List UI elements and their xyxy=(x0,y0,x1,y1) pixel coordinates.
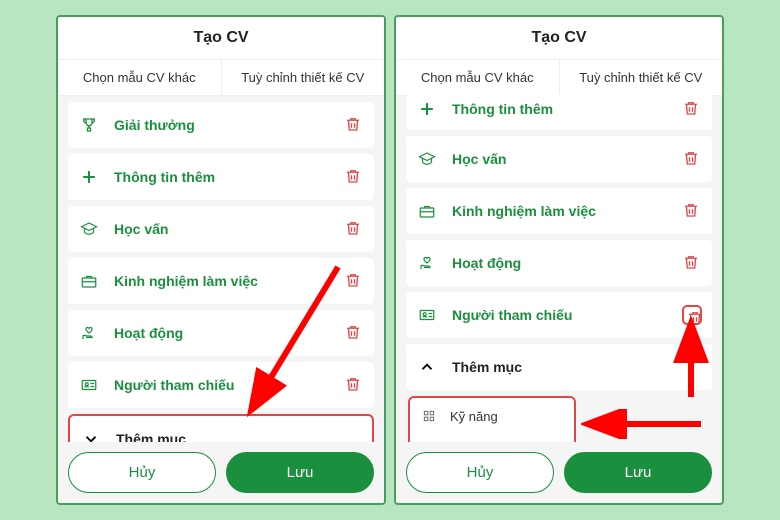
list-item[interactable]: Học vấn xyxy=(406,136,712,182)
list-item-label: Thông tin thêm xyxy=(452,101,668,117)
list-item[interactable]: Học vấn xyxy=(68,206,374,252)
cancel-button[interactable]: Hủy xyxy=(406,452,554,493)
grid-icon xyxy=(420,407,438,425)
dropdown-item-skills[interactable]: Kỹ năng xyxy=(410,398,574,434)
list-item[interactable]: Thông tin thêm xyxy=(68,154,374,200)
list-item[interactable]: Hoạt động xyxy=(68,310,374,356)
graduation-icon xyxy=(416,148,438,170)
add-section-dropdown: Kỹ năng Sở thích xyxy=(408,396,576,442)
trash-icon[interactable] xyxy=(344,323,364,343)
tab-bar: Chọn mẫu CV khác Tuỳ chỉnh thiết kế CV xyxy=(58,60,384,96)
list-item-label: Kinh nghiệm làm việc xyxy=(114,273,330,289)
trash-icon[interactable] xyxy=(344,271,364,291)
dropdown-item-hobbies[interactable]: Sở thích xyxy=(410,434,574,442)
list-item[interactable]: Kinh nghiệm làm việc xyxy=(406,188,712,234)
dropdown-item-label: Kỹ năng xyxy=(450,409,498,424)
card-icon xyxy=(78,374,100,396)
save-button[interactable]: Lưu xyxy=(564,452,712,493)
list-item-label: Giải thưởng xyxy=(114,117,330,133)
add-section-row[interactable]: Thêm mục xyxy=(406,344,712,390)
phone-left: Tạo CV Chọn mẫu CV khác Tuỳ chỉnh thiết … xyxy=(56,15,386,505)
section-list: Thông tin thêm Học vấn Kinh nghiệm làm v… xyxy=(396,88,722,442)
footer: Hủy Lưu xyxy=(58,442,384,503)
card-icon xyxy=(416,304,438,326)
list-item[interactable]: Người tham chiếu xyxy=(406,292,712,338)
list-item[interactable]: Hoạt động xyxy=(406,240,712,286)
briefcase-icon xyxy=(416,200,438,222)
tab-template[interactable]: Chọn mẫu CV khác xyxy=(58,60,222,95)
save-button[interactable]: Lưu xyxy=(226,452,374,493)
trophy-icon xyxy=(78,114,100,136)
heart-hand-icon xyxy=(78,322,100,344)
list-item-label: Học vấn xyxy=(452,151,668,167)
trash-icon[interactable] xyxy=(682,305,702,325)
trash-icon[interactable] xyxy=(344,219,364,239)
list-item[interactable]: Người tham chiếu xyxy=(68,362,374,408)
heart-hand-icon xyxy=(416,252,438,274)
add-section-label: Thêm mục xyxy=(116,431,362,442)
phone-right: Tạo CV Chọn mẫu CV khác Tuỳ chỉnh thiết … xyxy=(394,15,724,505)
trash-icon[interactable] xyxy=(344,375,364,395)
plus-icon xyxy=(416,98,438,120)
add-section-label: Thêm mục xyxy=(452,359,702,375)
list-item-label: Hoạt động xyxy=(114,325,330,341)
list-item-label: Người tham chiếu xyxy=(114,377,330,393)
add-section-row[interactable]: Thêm mục xyxy=(68,414,374,442)
list-item-label: Thông tin thêm xyxy=(114,169,330,185)
trash-icon[interactable] xyxy=(682,149,702,169)
trash-icon[interactable] xyxy=(682,99,702,119)
page-title: Tạo CV xyxy=(58,17,384,60)
chevron-down-icon xyxy=(80,428,102,442)
trash-icon[interactable] xyxy=(344,167,364,187)
trash-icon[interactable] xyxy=(344,115,364,135)
section-list: Giải thưởng Thông tin thêm Học vấn Kinh … xyxy=(58,96,384,442)
trash-icon[interactable] xyxy=(682,201,702,221)
list-item[interactable]: Kinh nghiệm làm việc xyxy=(68,258,374,304)
trash-icon[interactable] xyxy=(682,253,702,273)
briefcase-icon xyxy=(78,270,100,292)
graduation-icon xyxy=(78,218,100,240)
tab-customize[interactable]: Tuỳ chỉnh thiết kế CV xyxy=(222,60,385,95)
list-item-label: Học vấn xyxy=(114,221,330,237)
list-item-label: Hoạt động xyxy=(452,255,668,271)
chevron-up-icon xyxy=(416,356,438,378)
cancel-button[interactable]: Hủy xyxy=(68,452,216,493)
list-item[interactable]: Thông tin thêm xyxy=(406,94,712,130)
list-item-label: Kinh nghiệm làm việc xyxy=(452,203,668,219)
list-item-label: Người tham chiếu xyxy=(452,307,668,323)
page-title: Tạo CV xyxy=(396,17,722,60)
list-item[interactable]: Giải thưởng xyxy=(68,102,374,148)
footer: Hủy Lưu xyxy=(396,442,722,503)
plus-icon xyxy=(78,166,100,188)
